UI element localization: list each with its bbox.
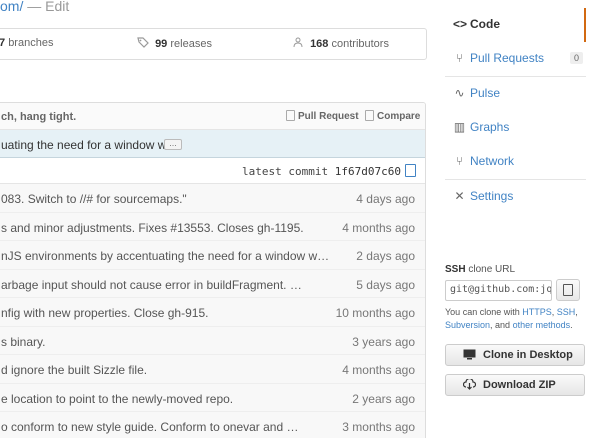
releases-count: 99 bbox=[155, 38, 168, 50]
repo-link[interactable]: om/ bbox=[0, 0, 23, 14]
graph-icon: ▥ bbox=[453, 120, 466, 134]
commit-message-link[interactable]: s and minor adjustments. Fixes #13553. C… bbox=[1, 221, 304, 235]
commit-message-link[interactable]: arbage input should not cause error in b… bbox=[1, 278, 302, 292]
nav-item-label: Pulse bbox=[470, 86, 501, 100]
file-list: 083. Switch to //# for sourcemaps." 4 day… bbox=[0, 184, 425, 438]
ssh-clone-label: SSH clone URL bbox=[445, 264, 515, 275]
commit-age: 3 years ago bbox=[352, 334, 415, 349]
nav-item-pull-requests[interactable]: ⑂ Pull Requests 0 bbox=[445, 42, 586, 76]
branches-label: branches bbox=[8, 37, 54, 49]
contributors-stat[interactable]: 168 contributors bbox=[292, 37, 389, 50]
file-row[interactable]: nfig with new properties. Close gh-915. 1… bbox=[0, 298, 425, 327]
compare-button[interactable]: Compare bbox=[365, 110, 420, 122]
file-row[interactable]: e location to point to the newly-moved r… bbox=[0, 383, 425, 412]
https-link[interactable]: HTTPS bbox=[522, 307, 552, 317]
download-zip-button[interactable]: Download ZIP bbox=[445, 374, 585, 396]
ssh-protocol: SSH bbox=[445, 264, 466, 275]
contributors-label: contributors bbox=[331, 38, 389, 50]
tag-icon bbox=[137, 37, 149, 48]
compare-label: Compare bbox=[377, 111, 421, 122]
network-icon: ⑂ bbox=[455, 154, 464, 168]
commit-age: 2 years ago bbox=[352, 391, 415, 406]
commit-message[interactable]: uating the need for a window w… bbox=[1, 138, 178, 152]
branches-stat[interactable]: 7 branches bbox=[0, 37, 53, 49]
pull-request-label: Pull Request bbox=[298, 111, 359, 122]
file-row[interactable]: s and minor adjustments. Fixes #13553. C… bbox=[0, 212, 425, 241]
releases-stat[interactable]: 99 releases bbox=[137, 37, 212, 50]
file-row[interactable]: o conform to new style guide. Conform to… bbox=[0, 412, 425, 438]
file-row[interactable]: s binary. 3 years ago bbox=[0, 326, 425, 355]
clone-url-label: clone URL bbox=[468, 264, 516, 275]
clipboard-icon bbox=[563, 284, 573, 296]
tools-icon: ✕ bbox=[454, 189, 465, 203]
file-row[interactable]: nJS environments by accentuating the nee… bbox=[0, 241, 425, 270]
toolbar-message: ch, hang tight. bbox=[1, 111, 77, 123]
nav-item-label: Code bbox=[470, 17, 500, 31]
ssh-link[interactable]: SSH bbox=[557, 307, 576, 317]
releases-label: releases bbox=[170, 38, 212, 50]
clipboard-icon[interactable] bbox=[405, 164, 416, 177]
pull-request-icon bbox=[286, 110, 295, 121]
repo-nav: <> Code ⑂ Pull Requests 0 ∿ Pulse ▥ Graphs ⑂ Netwo… bbox=[445, 8, 586, 214]
commit-message-link[interactable]: nfig with new properties. Close gh-915. bbox=[1, 306, 208, 320]
nav-item-settings[interactable]: ✕ Settings bbox=[445, 180, 586, 214]
pull-request-button[interactable]: Pull Request bbox=[286, 110, 359, 122]
organization-icon bbox=[293, 37, 303, 48]
nav-item-pulse[interactable]: ∿ Pulse bbox=[445, 77, 586, 111]
nav-item-network[interactable]: ⑂ Network bbox=[445, 145, 586, 179]
clone-in-desktop-label: Clone in Desktop bbox=[483, 349, 573, 361]
commit-message-link[interactable]: e location to point to the newly-moved r… bbox=[1, 392, 233, 406]
nav-item-label: Graphs bbox=[470, 120, 510, 134]
commit-sha-link[interactable]: 1f67d07c60 bbox=[335, 165, 401, 178]
commit-message-link[interactable]: 083. Switch to //# for sourcemaps." bbox=[1, 192, 187, 206]
code-icon: <> bbox=[453, 17, 468, 31]
commit-age: 4 months ago bbox=[342, 363, 415, 377]
file-navigation-panel: ch, hang tight. Pull Request Compare uat… bbox=[0, 102, 426, 438]
latest-commit-text: latest commit 1f67d07c60 bbox=[242, 165, 401, 178]
file-row[interactable]: d ignore the built Sizzle file. 4 months … bbox=[0, 355, 425, 384]
pulse-icon: ∿ bbox=[454, 86, 465, 100]
edit-label: — Edit bbox=[23, 0, 70, 14]
clone-url-input[interactable]: git@github.com:jq bbox=[445, 280, 552, 301]
commit-message-link[interactable]: s binary. bbox=[1, 335, 45, 349]
commit-message-link[interactable]: d ignore the built Sizzle file. bbox=[1, 363, 147, 377]
commit-age: 4 months ago bbox=[342, 220, 415, 235]
file-toolbar: ch, hang tight. Pull Request Compare bbox=[0, 103, 425, 130]
repo-stats-bar: 7 branches 99 releases 168 contributors bbox=[0, 28, 427, 60]
commit-age: 10 months ago bbox=[335, 306, 415, 320]
pull-request-count-badge: 0 bbox=[569, 52, 583, 64]
cloud-download-icon bbox=[463, 379, 476, 390]
nav-item-label: Settings bbox=[470, 189, 514, 203]
nav-item-graphs[interactable]: ▥ Graphs bbox=[445, 111, 586, 145]
branches-count: 7 bbox=[0, 37, 6, 49]
subversion-link[interactable]: Subversion bbox=[445, 320, 490, 330]
commit-age: 2 days ago bbox=[356, 249, 415, 263]
commit-message-link[interactable]: nJS environments by accentuating the nee… bbox=[1, 249, 329, 263]
pull-request-icon: ⑂ bbox=[455, 51, 464, 65]
file-row[interactable]: arbage input should not cause error in b… bbox=[0, 269, 425, 298]
nav-item-label: Pull Requests bbox=[470, 51, 545, 65]
other-methods-link[interactable]: other methods bbox=[513, 320, 571, 330]
repo-title: om/ — Edit bbox=[0, 0, 69, 14]
latest-commit-label: latest commit bbox=[242, 165, 329, 178]
nav-item-label: Network bbox=[470, 154, 515, 168]
clone-note-and: , and bbox=[490, 320, 513, 330]
latest-commit-box: uating the need for a window w… … bbox=[0, 130, 425, 158]
expand-commit-button[interactable]: … bbox=[164, 139, 182, 150]
commit-age: 3 months ago bbox=[342, 420, 415, 434]
latest-commit-meta: latest commit 1f67d07c60 bbox=[0, 158, 425, 184]
download-zip-label: Download ZIP bbox=[483, 379, 556, 391]
contributors-count: 168 bbox=[310, 38, 329, 50]
copy-url-button[interactable] bbox=[556, 279, 580, 301]
clone-note-prefix: You can clone with bbox=[445, 307, 523, 317]
commit-age: 4 days ago bbox=[356, 192, 415, 206]
clone-in-desktop-button[interactable]: Clone in Desktop bbox=[445, 344, 585, 366]
file-row[interactable]: 083. Switch to //# for sourcemaps." 4 day… bbox=[0, 184, 425, 213]
clone-help-text: You can clone with HTTPS, SSH, Subversio… bbox=[445, 307, 578, 330]
nav-item-code[interactable]: <> Code bbox=[445, 8, 586, 42]
compare-icon bbox=[365, 110, 374, 121]
commit-age: 5 days ago bbox=[356, 277, 415, 292]
desktop-icon bbox=[463, 349, 476, 360]
commit-message-link[interactable]: o conform to new style guide. Conform to… bbox=[1, 420, 299, 434]
